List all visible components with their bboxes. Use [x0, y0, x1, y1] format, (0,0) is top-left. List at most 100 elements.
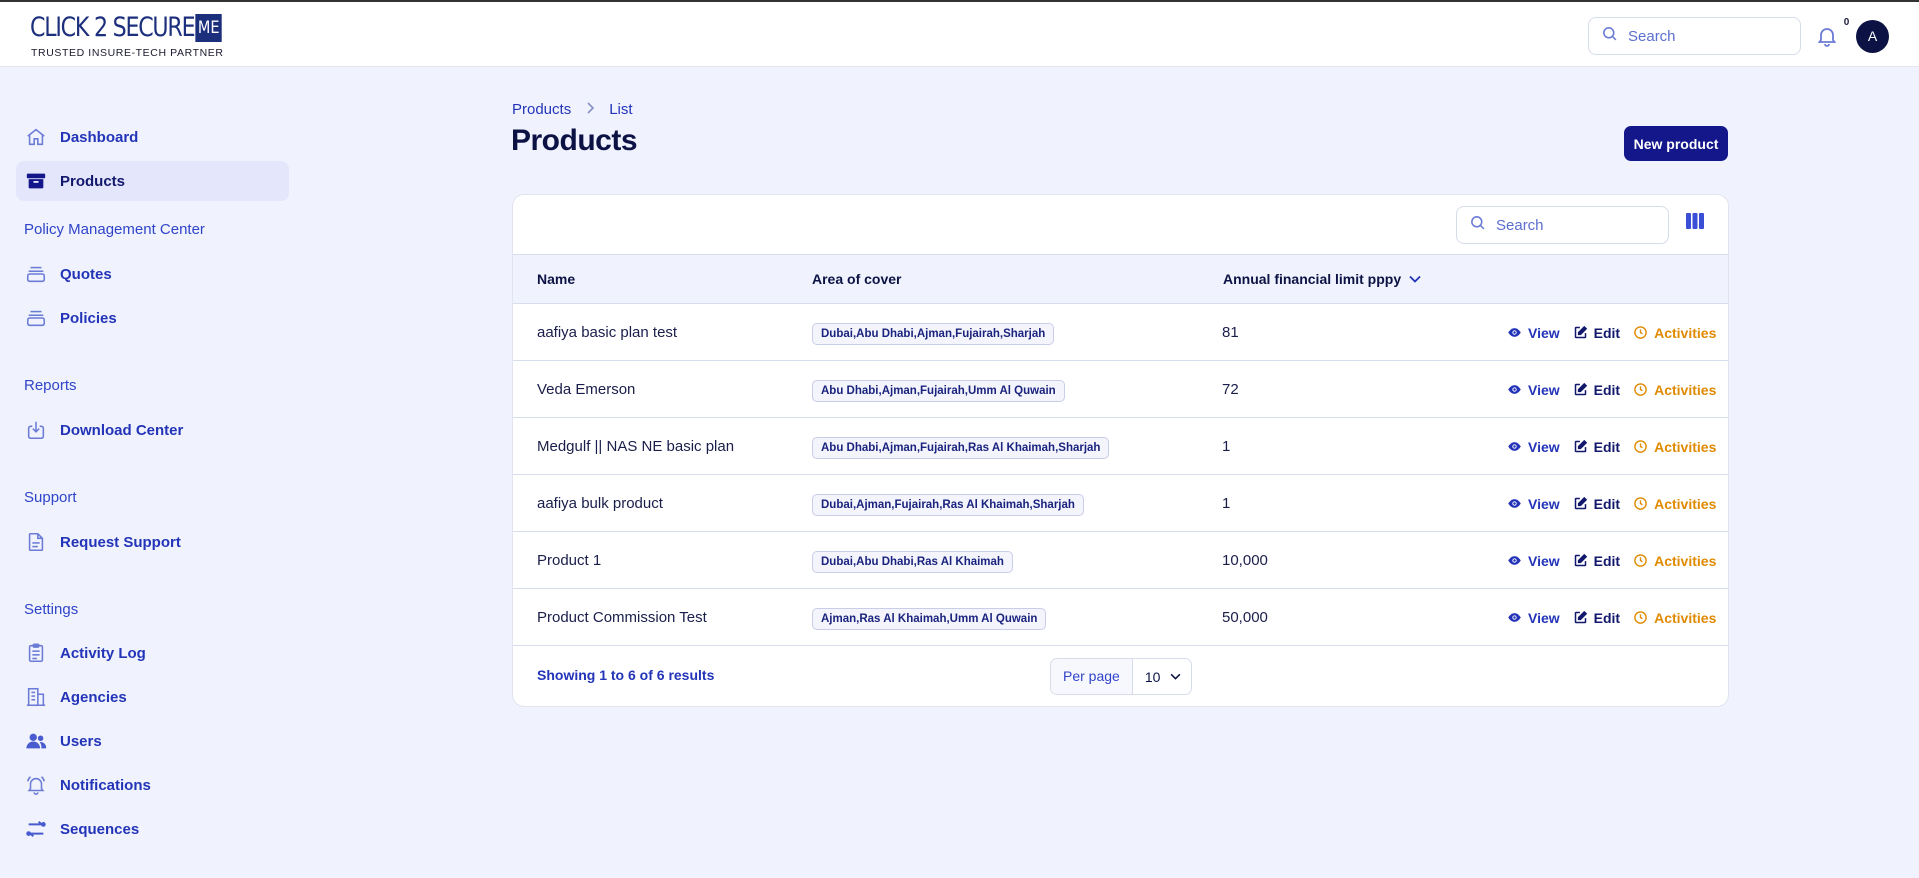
breadcrumb-products[interactable]: Products [512, 101, 571, 118]
sidebar-item-dashboard[interactable]: Dashboard [16, 117, 289, 157]
product-name-cell[interactable]: aafiya bulk product [537, 475, 663, 532]
notification-count-badge: 0 [1838, 14, 1855, 31]
view-label: View [1528, 438, 1560, 455]
activities-action[interactable]: Activities [1633, 496, 1716, 512]
view-action[interactable]: View [1507, 496, 1560, 512]
activities-label: Activities [1654, 495, 1717, 512]
annual-limit-cell: 10,000 [1222, 552, 1268, 569]
table-row: Product 1 Dubai,Abu Dhabi,Ras Al Khaimah… [513, 532, 1728, 589]
table-search[interactable] [1456, 206, 1669, 244]
products-table-card: Name Area of cover Annual financial limi… [512, 194, 1729, 707]
pencil-square-icon [1574, 382, 1587, 396]
view-action[interactable]: View [1507, 439, 1560, 455]
clock-icon [1634, 440, 1647, 453]
edit-action[interactable]: Edit [1573, 382, 1620, 398]
sidebar-item-quotes[interactable]: Quotes [16, 254, 289, 294]
product-name-cell[interactable]: Product Commission Test [537, 589, 707, 646]
brand-badge: ME [195, 14, 223, 42]
pencil-square-icon [1574, 325, 1587, 339]
sidebar-item-label: Products [60, 172, 126, 190]
edit-label: Edit [1593, 609, 1621, 626]
activities-label: Activities [1654, 381, 1717, 398]
product-name-cell[interactable]: Product 1 [537, 532, 601, 589]
edit-label: Edit [1593, 552, 1621, 569]
per-page-label: Per page [1051, 659, 1133, 694]
view-action[interactable]: View [1507, 382, 1560, 398]
view-action[interactable]: View [1507, 553, 1560, 569]
clock-icon [1634, 554, 1647, 567]
edit-action[interactable]: Edit [1573, 553, 1620, 569]
sidebar-item-label: Policies [60, 309, 117, 327]
column-toggle-icon[interactable] [1686, 213, 1708, 235]
product-name-cell[interactable]: Veda Emerson [537, 361, 635, 418]
view-label: View [1528, 552, 1560, 569]
view-action[interactable]: View [1507, 325, 1560, 341]
brand-tagline: TRUSTED INSURE-TECH PARTNER [31, 47, 224, 59]
edit-action[interactable]: Edit [1573, 325, 1620, 341]
activities-action[interactable]: Activities [1633, 439, 1716, 455]
activities-action[interactable]: Activities [1633, 325, 1716, 341]
activities-label: Activities [1654, 552, 1717, 569]
sidebar-item-label: Request Support [60, 533, 181, 551]
eye-icon [1508, 613, 1521, 622]
column-header-name[interactable]: Name [537, 255, 575, 303]
user-avatar[interactable]: A [1856, 20, 1889, 53]
chevron-right-icon [585, 101, 595, 118]
edit-label: Edit [1593, 438, 1621, 455]
product-name-cell[interactable]: Medgulf || NAS NE basic plan [537, 418, 734, 475]
column-header-area[interactable]: Area of cover [812, 255, 901, 303]
breadcrumb: Products List [512, 99, 633, 119]
sidebar-item-label: Users [60, 732, 102, 750]
eye-icon [1508, 385, 1521, 394]
sidebar-item-download-center[interactable]: Download Center [16, 410, 289, 450]
sidebar: Dashboard Products Policy Management Cen… [0, 67, 300, 878]
sidebar-item-users[interactable]: Users [16, 721, 289, 761]
sidebar-item-products[interactable]: Products [16, 161, 289, 201]
brand-name: CLICK 2 SECURE [30, 11, 196, 43]
nav-group-support: Support [24, 489, 77, 506]
notifications-bell-icon[interactable] [1815, 24, 1841, 50]
activities-action[interactable]: Activities [1633, 382, 1716, 398]
activities-action[interactable]: Activities [1633, 610, 1716, 626]
brand-logo[interactable]: CLICK 2 SECURE ME TRUSTED INSURE-TECH PA… [30, 12, 230, 60]
edit-action[interactable]: Edit [1573, 610, 1620, 626]
eye-icon [1508, 328, 1521, 337]
row-actions: View Edit Activities [1507, 361, 1728, 418]
sidebar-item-request-support[interactable]: Request Support [16, 522, 289, 562]
clock-icon [1634, 497, 1647, 510]
sort-chevron-down-icon [1409, 275, 1421, 283]
per-page-control: Per page 10 [1050, 658, 1192, 695]
edit-action[interactable]: Edit [1573, 439, 1620, 455]
download-tray-icon [24, 418, 48, 442]
sidebar-item-sequences[interactable]: Sequences [16, 809, 289, 849]
pencil-square-icon [1574, 553, 1587, 567]
users-icon [24, 729, 48, 753]
sidebar-item-label: Dashboard [60, 128, 139, 146]
edit-action[interactable]: Edit [1573, 496, 1620, 512]
global-search[interactable] [1588, 17, 1801, 55]
breadcrumb-list[interactable]: List [609, 101, 632, 118]
sidebar-item-notifications[interactable]: Notifications [16, 765, 289, 805]
table-header: Name Area of cover Annual financial limi… [513, 254, 1728, 304]
table-row: Veda Emerson Abu Dhabi,Ajman,Fujairah,Um… [513, 361, 1728, 418]
chevron-down-icon [1160, 673, 1181, 680]
column-header-annual-limit[interactable]: Annual financial limit pppy [1223, 255, 1421, 303]
page-title: Products [511, 124, 638, 157]
activities-label: Activities [1654, 324, 1717, 341]
table-search-input[interactable] [1496, 216, 1646, 234]
bell-icon [24, 773, 48, 797]
row-actions: View Edit Activities [1507, 304, 1728, 361]
new-product-button[interactable]: New product [1624, 126, 1728, 161]
per-page-select[interactable]: 10 [1133, 669, 1182, 685]
annual-limit-cell: 81 [1222, 324, 1239, 341]
product-name-cell[interactable]: aafiya basic plan test [537, 304, 677, 361]
activities-action[interactable]: Activities [1633, 553, 1716, 569]
view-label: View [1528, 495, 1560, 512]
view-action[interactable]: View [1507, 610, 1560, 626]
edit-label: Edit [1593, 495, 1621, 512]
column-header-label: Annual financial limit pppy [1223, 271, 1402, 287]
sidebar-item-agencies[interactable]: Agencies [16, 677, 289, 717]
global-search-input[interactable] [1628, 27, 1778, 45]
sidebar-item-policies[interactable]: Policies [16, 298, 289, 338]
sidebar-item-activity-log[interactable]: Activity Log [16, 633, 289, 673]
